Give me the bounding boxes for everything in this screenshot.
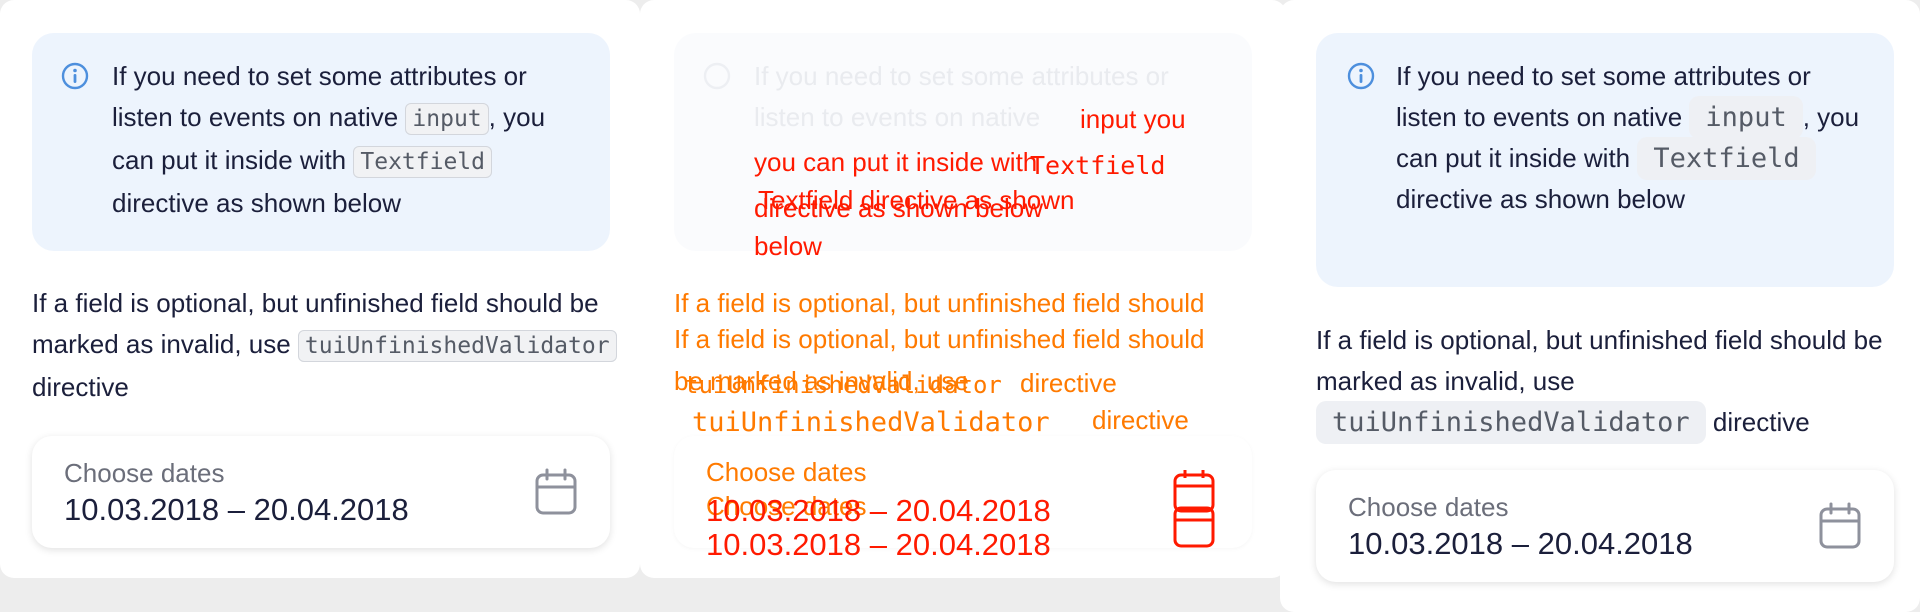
mid-red-line-5: below bbox=[754, 231, 822, 261]
mid-para-line-2: If a field is optional, but unfinished f… bbox=[674, 324, 1205, 354]
stage: If you need to set some attributes or li… bbox=[0, 0, 1920, 612]
mid-red-line-4: directive as shown below bbox=[754, 193, 1044, 223]
mid-para-line-4b: directive bbox=[1020, 368, 1117, 398]
field-label-right: Choose dates bbox=[1348, 492, 1509, 522]
date-range-field-right[interactable]: Choose dates 10.03.2018 – 20.04.2018 bbox=[1316, 470, 1894, 582]
notification-right: If you need to set some attributes or li… bbox=[1316, 33, 1894, 287]
paragraph-part2: directive bbox=[32, 372, 129, 402]
mid-red-line-2a: you can put it inside with bbox=[754, 147, 1038, 177]
code-textfield-right: Textfield bbox=[1637, 137, 1816, 180]
mid-red-line-1: input you bbox=[1080, 104, 1186, 134]
ghost-info-icon bbox=[703, 62, 731, 90]
notification: If you need to set some attributes or li… bbox=[32, 33, 610, 251]
panel-left: If you need to set some attributes or li… bbox=[0, 0, 640, 578]
code-input-right: input bbox=[1689, 96, 1803, 139]
date-range-field[interactable]: Choose dates 10.03.2018 – 20.04.2018 bbox=[32, 436, 610, 548]
info-icon bbox=[61, 62, 89, 90]
notification-right-part3: directive as shown below bbox=[1396, 184, 1686, 214]
calendar-icon-right[interactable] bbox=[1818, 502, 1862, 550]
paragraph-right-part2: directive bbox=[1712, 407, 1810, 437]
mid-para-line-5b: directive bbox=[1092, 405, 1189, 435]
paragraph: If a field is optional, but unfinished f… bbox=[32, 283, 622, 408]
notification-text-part3: directive as shown below bbox=[112, 188, 402, 218]
code-validator: tuiUnfinishedValidator bbox=[297, 330, 617, 362]
paragraph-right-part1: If a field is optional, but unfinished f… bbox=[1316, 325, 1883, 396]
code-validator-right: tuiUnfinishedValidator bbox=[1316, 401, 1706, 444]
field-label: Choose dates bbox=[64, 458, 225, 488]
notification-text: If you need to set some attributes or li… bbox=[112, 56, 592, 224]
calendar-icon[interactable] bbox=[534, 468, 578, 516]
mid-para-line-4a: tuiUnfinishedValidator bbox=[684, 371, 1002, 399]
mid-calendar-icon bbox=[1173, 470, 1215, 548]
notification-text-right: If you need to set some attributes or li… bbox=[1396, 56, 1876, 220]
info-icon-right bbox=[1347, 62, 1375, 90]
code-input: input bbox=[405, 103, 489, 135]
ghost-line-2: listen to events on native bbox=[754, 102, 1041, 132]
code-textfield: Textfield bbox=[353, 146, 492, 178]
paragraph-right: If a field is optional, but unfinished f… bbox=[1316, 320, 1906, 444]
panel-middle: If you need to set some attributes or li… bbox=[640, 0, 1286, 578]
panel-right: If you need to set some attributes or li… bbox=[1280, 0, 1920, 612]
mid-field-value-2: 10.03.2018 – 20.04.2018 bbox=[706, 527, 1051, 562]
mid-para-line-1: If a field is optional, but unfinished f… bbox=[674, 288, 1205, 318]
field-value-right: 10.03.2018 – 20.04.2018 bbox=[1348, 526, 1693, 561]
ghost-line-1: If you need to set some attributes or bbox=[754, 61, 1169, 91]
field-value: 10.03.2018 – 20.04.2018 bbox=[64, 492, 409, 527]
